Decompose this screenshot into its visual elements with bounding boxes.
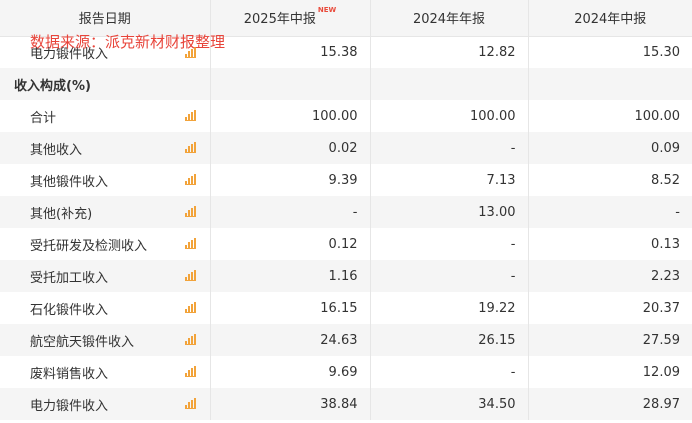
cell-value-v3: 0.09 xyxy=(651,140,680,156)
row-label: 其他收入 xyxy=(0,132,211,164)
bar-chart-icon[interactable] xyxy=(184,174,196,185)
cell-value-v3: 28.97 xyxy=(642,396,680,412)
cell-value-v2: 12.82 xyxy=(370,36,529,68)
cell-value-v3: - xyxy=(675,204,680,220)
header-2025-mid[interactable]: 2025年中报NEW xyxy=(210,0,371,37)
bar-chart-icon[interactable] xyxy=(184,366,196,377)
cell-value-v3: 15.30 xyxy=(642,44,680,60)
cell-value-v3: 8.52 xyxy=(651,172,680,188)
bar-chart-icon[interactable] xyxy=(184,334,196,345)
row-label: 合计 xyxy=(0,100,211,132)
row-label: 电力锻件收入 xyxy=(0,388,211,420)
bar-chart-icon[interactable] xyxy=(184,206,196,217)
bar-chart-icon[interactable] xyxy=(184,398,196,409)
cell-value-v3: 2.23 xyxy=(651,268,680,284)
new-badge: NEW xyxy=(317,6,337,15)
header-2024-mid[interactable]: 2024年中报 xyxy=(528,0,692,37)
cell-value-v1: 0.02 xyxy=(210,132,371,164)
cell-value-v1: - xyxy=(210,196,371,228)
cell-value-v1: 9.39 xyxy=(210,164,371,196)
cell-value-v3: 0.13 xyxy=(651,236,680,252)
cell-value-v1: 9.69 xyxy=(210,356,371,388)
section-row: 收入构成(%) xyxy=(0,68,692,100)
cell-value-v2: 13.00 xyxy=(370,196,529,228)
cell-value-v1: 38.84 xyxy=(210,388,371,420)
row-label-text: 航空航天锻件收入 xyxy=(30,334,135,350)
cell-value-v1: 100.00 xyxy=(210,100,371,132)
cell-value-v3 xyxy=(528,68,692,100)
cell-value-v2: 100.00 xyxy=(370,100,529,132)
row-label-text: 收入构成(%) xyxy=(14,78,91,94)
cell-value-v3: 12.09 xyxy=(642,364,680,380)
row-label-text: 废料销售收入 xyxy=(30,366,109,382)
table-body: 电力锻件收入 15.38 12.82 15.30 收入构成(%) 合计 100.00 100.… xyxy=(0,36,692,420)
cell-value-v2: 19.22 xyxy=(370,292,529,324)
row-label-text: 合计 xyxy=(30,110,57,126)
header-2024-annual[interactable]: 2024年年报 xyxy=(370,0,529,37)
table-row: 其他(补充) -13.00- xyxy=(0,196,692,228)
table-row: 废料销售收入 9.69- 12.09 xyxy=(0,356,692,388)
cell-value-v3: 20.37 xyxy=(642,300,680,316)
table-row: 合计 100.00 100.00 100.00 xyxy=(0,100,692,132)
cell-value-v2: 26.15 xyxy=(370,324,529,356)
cell-value-v2: 7.13 xyxy=(370,164,529,196)
cell-value-v2: - xyxy=(370,228,529,260)
table-row: 其他锻件收入 9.39 7.13 8.52 xyxy=(0,164,692,196)
cell-value-v2: - xyxy=(370,132,529,164)
table-row: 受托加工收入 1.16- 2.23 xyxy=(0,260,692,292)
table-row: 航空航天锻件收入 24.63 26.15 27.59 xyxy=(0,324,692,356)
cell-value-v2 xyxy=(370,68,529,100)
cell-value-v2: - xyxy=(370,356,529,388)
cell-value-v3: 27.59 xyxy=(642,332,680,348)
cell-value-v2: 34.50 xyxy=(370,388,529,420)
bar-chart-icon[interactable] xyxy=(184,110,196,121)
cell-value-v1: 16.15 xyxy=(210,292,371,324)
row-label-text: 受托研发及检测收入 xyxy=(30,238,148,254)
bar-chart-icon[interactable] xyxy=(184,302,196,313)
cell-value-v3: 100.00 xyxy=(634,108,681,124)
row-label-text: 电力锻件收入 xyxy=(30,398,109,414)
table-row: 石化锻件收入 16.15 19.22 20.37 xyxy=(0,292,692,324)
row-label-text: 其他(补充) xyxy=(30,206,93,222)
row-label-text: 受托加工收入 xyxy=(30,270,109,286)
cell-value-v2: - xyxy=(370,260,529,292)
row-label-text: 其他锻件收入 xyxy=(30,174,109,190)
cell-value-v1: 24.63 xyxy=(210,324,371,356)
bar-chart-icon[interactable] xyxy=(184,238,196,249)
row-label: 其他锻件收入 xyxy=(0,164,211,196)
bar-chart-icon[interactable] xyxy=(184,142,196,153)
cell-value-v1: 15.38 xyxy=(210,36,371,68)
row-label: 航空航天锻件收入 xyxy=(0,324,211,356)
row-label: 其他(补充) xyxy=(0,196,211,228)
cell-value-v1 xyxy=(210,68,371,100)
financial-table: 报告日期 2025年中报NEW 2024年年报 2024年中报 电力锻件收入 15… xyxy=(0,0,692,420)
bar-chart-icon[interactable] xyxy=(184,270,196,281)
row-label: 受托研发及检测收入 xyxy=(0,228,211,260)
table-row: 其他收入 0.02- 0.09 xyxy=(0,132,692,164)
row-label-text: 其他收入 xyxy=(30,142,83,158)
header-2025-mid-label: 2025年中报 xyxy=(243,12,316,28)
cell-value-v1: 1.16 xyxy=(210,260,371,292)
row-label: 石化锻件收入 xyxy=(0,292,211,324)
table-row: 电力锻件收入 38.84 34.50 28.97 xyxy=(0,388,692,420)
row-label-text: 石化锻件收入 xyxy=(30,302,109,318)
cell-value-v1: 0.12 xyxy=(210,228,371,260)
table-row: 受托研发及检测收入 0.12- 0.13 xyxy=(0,228,692,260)
row-label: 受托加工收入 xyxy=(0,260,211,292)
row-label: 废料销售收入 xyxy=(0,356,211,388)
source-watermark: 数据来源：派克新材财报整理 xyxy=(30,33,226,51)
row-label: 收入构成(%) xyxy=(0,68,211,100)
